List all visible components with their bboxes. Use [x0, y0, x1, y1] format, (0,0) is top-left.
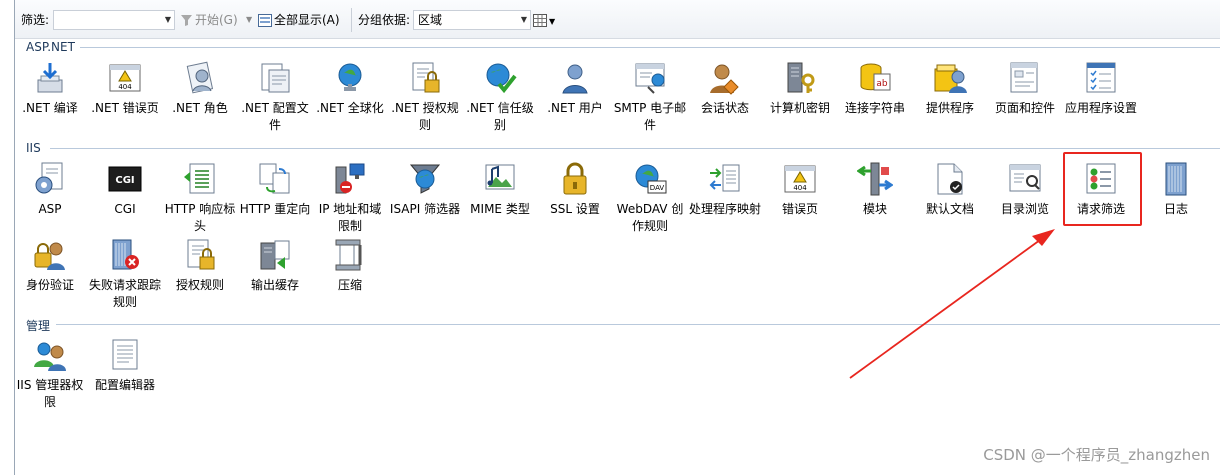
- annotation-arrow: [849, 229, 1055, 379]
- watermark: CSDN @一个程序员_zhangzhen: [983, 446, 1210, 464]
